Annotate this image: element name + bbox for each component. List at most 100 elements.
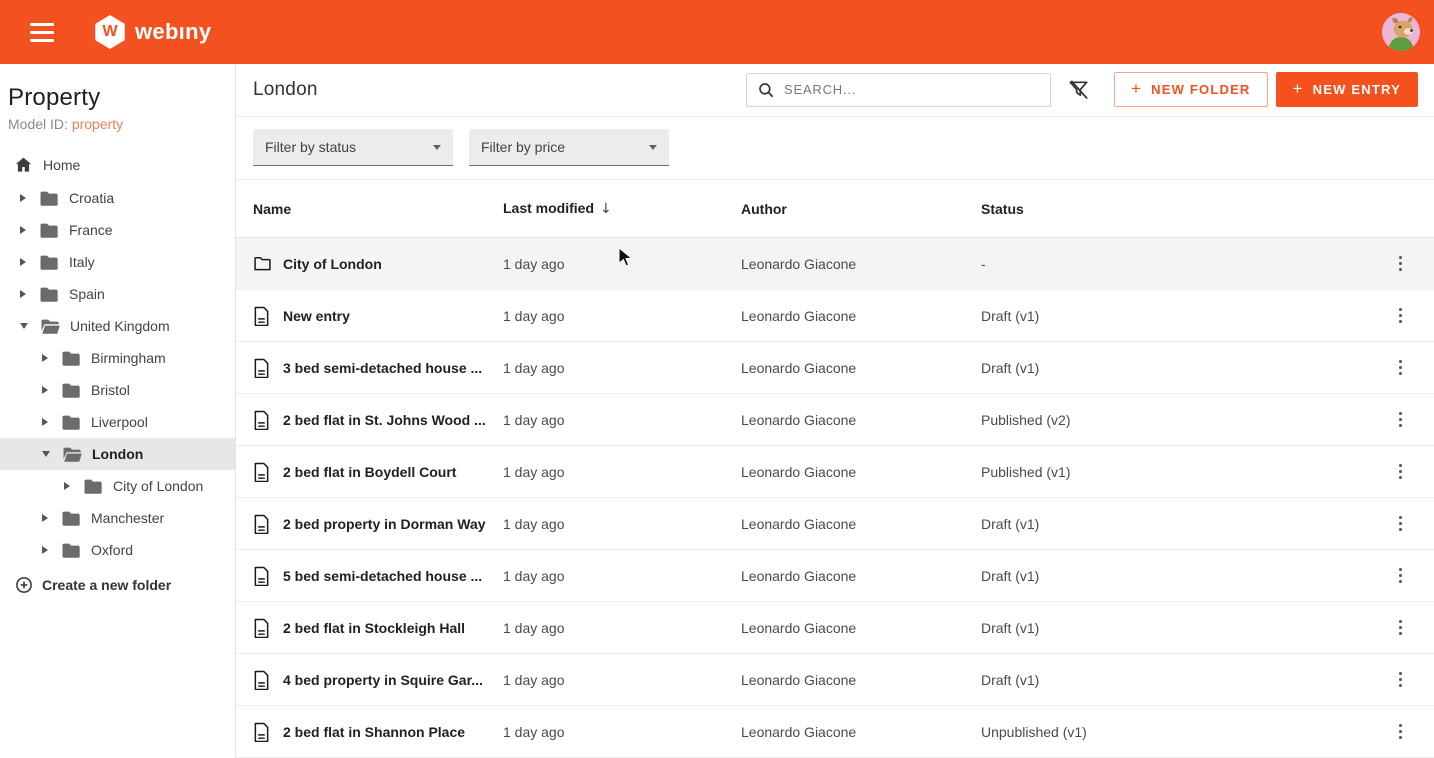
table-row[interactable]: 2 bed flat in Boydell Court 1 day ago Le… [236, 446, 1434, 498]
chevron-icon[interactable] [20, 258, 26, 266]
column-header-status[interactable]: Status [981, 201, 1358, 217]
folder-icon [39, 222, 59, 239]
entry-modified: 1 day ago [503, 620, 741, 636]
model-id-link[interactable]: property [72, 116, 123, 132]
content-header: London + NEW FOLDER + NEW ENTRY [236, 64, 1434, 117]
chevron-icon[interactable] [20, 194, 26, 202]
table-row[interactable]: 2 bed flat in Stockleigh Hall 1 day ago … [236, 602, 1434, 654]
sidebar-item-bristol[interactable]: Bristol [0, 374, 235, 406]
sidebar-item-oxford[interactable]: Oxford [0, 534, 235, 566]
sidebar-folder-label: Italy [69, 254, 95, 270]
sidebar-folder-label: United Kingdom [70, 318, 170, 334]
sidebar-item-birmingham[interactable]: Birmingham [0, 342, 235, 374]
table-row[interactable]: 2 bed flat in St. Johns Wood ... 1 day a… [236, 394, 1434, 446]
sidebar-item-croatia[interactable]: Croatia [0, 182, 235, 214]
row-menu-button[interactable] [1391, 718, 1411, 746]
chevron-icon[interactable] [42, 418, 48, 426]
sidebar-item-united-kingdom[interactable]: United Kingdom [0, 310, 235, 342]
chevron-icon[interactable] [20, 226, 26, 234]
row-menu-button[interactable] [1391, 406, 1411, 434]
document-icon [253, 462, 272, 482]
table-row[interactable]: New entry 1 day ago Leonardo Giacone Dra… [236, 290, 1434, 342]
table-row[interactable]: City of London 1 day ago Leonardo Giacon… [236, 238, 1434, 290]
chevron-icon[interactable] [20, 323, 28, 329]
entry-name: 2 bed flat in St. Johns Wood ... [283, 412, 486, 428]
sidebar-item-london[interactable]: London [0, 438, 235, 470]
row-menu-button[interactable] [1391, 354, 1411, 382]
entry-author: Leonardo Giacone [741, 308, 981, 324]
folder-icon [39, 190, 59, 207]
row-menu-button[interactable] [1391, 666, 1411, 694]
sidebar-item-france[interactable]: France [0, 214, 235, 246]
table-row[interactable]: 5 bed semi-detached house ... 1 day ago … [236, 550, 1434, 602]
webiny-logo-icon: W [94, 15, 126, 49]
new-entry-button[interactable]: + NEW ENTRY [1276, 72, 1418, 107]
chevron-icon[interactable] [64, 482, 70, 490]
entry-author: Leonardo Giacone [741, 516, 981, 532]
column-header-last-modified[interactable]: Last modified↓ [503, 200, 741, 217]
folder-icon [61, 414, 81, 431]
row-menu-button[interactable] [1391, 614, 1411, 642]
sidebar-item-italy[interactable]: Italy [0, 246, 235, 278]
new-folder-button[interactable]: + NEW FOLDER [1114, 72, 1268, 107]
chevron-down-icon [433, 145, 441, 150]
sidebar-item-manchester[interactable]: Manchester [0, 502, 235, 534]
folder-icon [61, 510, 81, 527]
entry-status: Draft (v1) [981, 672, 1358, 688]
entry-name: City of London [283, 256, 382, 272]
model-id-label: Model ID: [8, 116, 68, 132]
entry-name: 2 bed property in Dorman Way [283, 516, 486, 532]
row-menu-button[interactable] [1391, 302, 1411, 330]
chevron-icon[interactable] [42, 354, 48, 362]
avatar[interactable] [1382, 13, 1420, 51]
folder-icon [61, 542, 81, 559]
row-menu-button[interactable] [1391, 250, 1411, 278]
folder-outline-icon [253, 254, 272, 274]
sidebar-item-spain[interactable]: Spain [0, 278, 235, 310]
folder-icon [39, 286, 59, 303]
chevron-icon[interactable] [20, 290, 26, 298]
table-row[interactable]: 2 bed property in Dorman Way 1 day ago L… [236, 498, 1434, 550]
filter-off-icon[interactable] [1063, 74, 1094, 105]
entry-author: Leonardo Giacone [741, 412, 981, 428]
entry-modified: 1 day ago [503, 256, 741, 272]
document-icon [253, 358, 270, 378]
filter-by-price-select[interactable]: Filter by price [469, 129, 669, 166]
row-menu-button[interactable] [1391, 458, 1411, 486]
folder-outline-icon [253, 254, 272, 273]
filter-bar: Filter by status Filter by price [236, 117, 1434, 180]
table-row[interactable]: 2 bed flat in Shannon Place 1 day ago Le… [236, 706, 1434, 758]
folder-open-icon [62, 446, 82, 463]
table-row[interactable]: 4 bed property in Squire Gar... 1 day ag… [236, 654, 1434, 706]
search-input[interactable] [784, 82, 1040, 97]
entry-status: Draft (v1) [981, 516, 1358, 532]
column-header-author[interactable]: Author [741, 201, 981, 217]
menu-icon[interactable] [22, 12, 62, 52]
sidebar-item-city-of-london[interactable]: City of London [0, 470, 235, 502]
sidebar-item-home[interactable]: Home [0, 148, 235, 182]
create-folder-button[interactable]: Create a new folder [8, 568, 227, 602]
sidebar-item-label: Home [43, 157, 80, 173]
sidebar-item-liverpool[interactable]: Liverpool [0, 406, 235, 438]
chevron-icon[interactable] [42, 546, 48, 554]
sidebar-folder-label: London [92, 446, 143, 462]
sort-descending-icon: ↓ [600, 201, 612, 217]
column-header-name[interactable]: Name [253, 201, 503, 217]
table-row[interactable]: 3 bed semi-detached house ... 1 day ago … [236, 342, 1434, 394]
chevron-icon[interactable] [42, 514, 48, 522]
entries-table: NameLast modified↓AuthorStatus City of L… [236, 180, 1434, 758]
filter-by-status-select[interactable]: Filter by status [253, 129, 453, 166]
avatar-dog-image [1382, 13, 1420, 51]
sidebar-folder-label: Manchester [91, 510, 164, 526]
row-menu-button[interactable] [1391, 562, 1411, 590]
document-icon [253, 722, 270, 742]
entry-author: Leonardo Giacone [741, 256, 981, 272]
chevron-icon[interactable] [42, 386, 48, 394]
entry-author: Leonardo Giacone [741, 620, 981, 636]
row-menu-button[interactable] [1391, 510, 1411, 538]
entry-status: Unpublished (v1) [981, 724, 1358, 740]
entry-status: Draft (v1) [981, 568, 1358, 584]
chevron-icon[interactable] [42, 451, 50, 457]
header-actions: + NEW FOLDER + NEW ENTRY [746, 72, 1418, 107]
document-icon [253, 566, 270, 586]
